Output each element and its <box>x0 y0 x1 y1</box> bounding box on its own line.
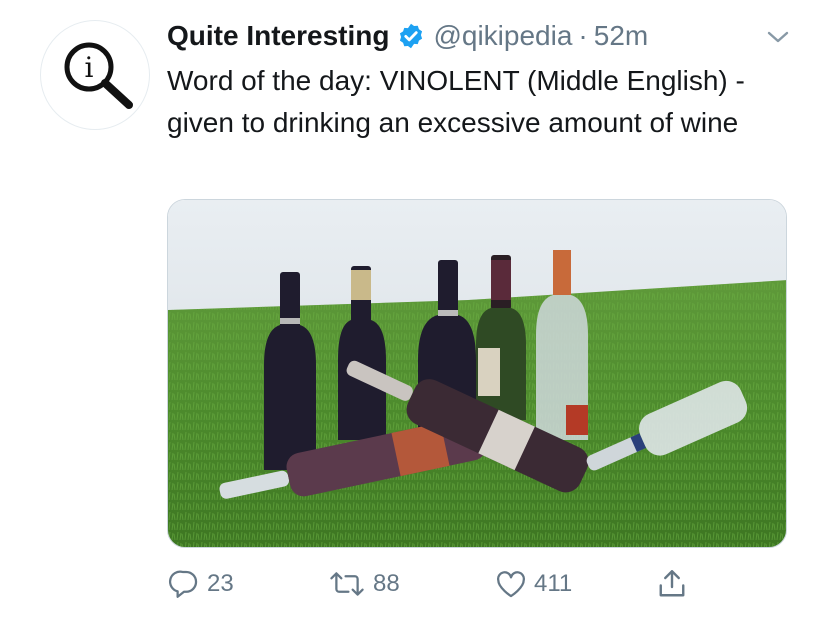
like-count: 411 <box>534 570 573 597</box>
avatar-letter: i <box>85 51 94 84</box>
avatar[interactable]: i <box>40 20 150 130</box>
wine-bottles-photo <box>168 200 786 547</box>
tweet-text: Word of the day: VINOLENT (Middle Englis… <box>167 65 745 138</box>
heart-icon <box>497 571 525 598</box>
retweet-icon <box>330 572 364 596</box>
timestamp[interactable]: 52m <box>594 20 648 52</box>
share-button[interactable] <box>654 564 696 604</box>
tweet-header: Quite Interesting @qikipedia · 52m <box>167 16 648 56</box>
magnifier-i-logo-icon: i <box>64 42 133 109</box>
chevron-down-icon[interactable] <box>763 22 793 52</box>
reply-icon <box>168 570 198 598</box>
like-button[interactable]: 411 <box>494 564 572 604</box>
retweet-button[interactable]: 88 <box>327 564 400 604</box>
display-name[interactable]: Quite Interesting <box>167 20 389 52</box>
verified-badge-icon <box>400 23 423 49</box>
share-icon <box>659 570 685 597</box>
tweet-photo[interactable] <box>167 199 787 548</box>
separator-dot: · <box>578 20 588 51</box>
action-bar: 23 88 411 <box>0 560 828 610</box>
retweet-count: 88 <box>373 570 400 597</box>
handle[interactable]: @qikipedia <box>433 20 572 52</box>
reply-count: 23 <box>207 570 234 597</box>
reply-button[interactable]: 23 <box>167 564 234 604</box>
